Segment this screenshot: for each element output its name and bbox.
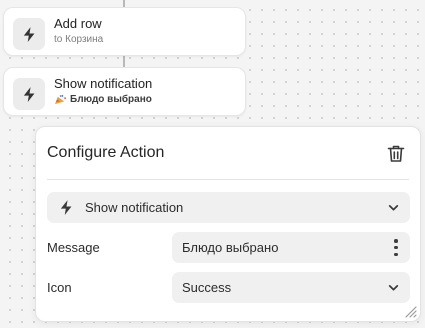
flow-node-show-notification[interactable]: Show notification Блюдо выбрано xyxy=(3,67,246,116)
lightning-icon xyxy=(13,18,45,50)
panel-divider xyxy=(47,179,409,180)
message-label: Message xyxy=(47,240,100,255)
action-type-value: Show notification xyxy=(85,200,184,215)
node-subtitle-row: Блюдо выбрано xyxy=(54,94,152,105)
icon-label: Icon xyxy=(47,280,72,295)
more-options-icon[interactable] xyxy=(393,239,399,256)
panel-title: Configure Action xyxy=(47,144,165,161)
delete-action-button[interactable] xyxy=(385,142,407,164)
message-value: Блюдо выбрано xyxy=(182,240,279,255)
trash-icon xyxy=(387,145,405,162)
chevron-down-icon xyxy=(388,205,399,211)
configure-action-panel: Configure Action Show notification Messa… xyxy=(35,126,421,322)
node-subtitle: to Корзина xyxy=(54,34,104,45)
flow-node-add-row[interactable]: Add row to Корзина xyxy=(3,7,246,56)
lightning-icon xyxy=(60,200,72,215)
action-type-select[interactable]: Show notification xyxy=(47,192,410,223)
resize-handle-icon[interactable] xyxy=(403,304,417,318)
party-popper-icon xyxy=(55,94,66,105)
chevron-down-icon xyxy=(388,285,399,291)
node-title: Show notification xyxy=(54,76,153,91)
message-field[interactable]: Блюдо выбрано xyxy=(172,232,410,263)
icon-select[interactable]: Success xyxy=(172,272,410,303)
node-title: Add row xyxy=(54,16,102,31)
icon-select-value: Success xyxy=(182,280,232,295)
node-subtitle: Блюдо выбрано xyxy=(70,94,152,105)
lightning-icon xyxy=(13,78,45,110)
